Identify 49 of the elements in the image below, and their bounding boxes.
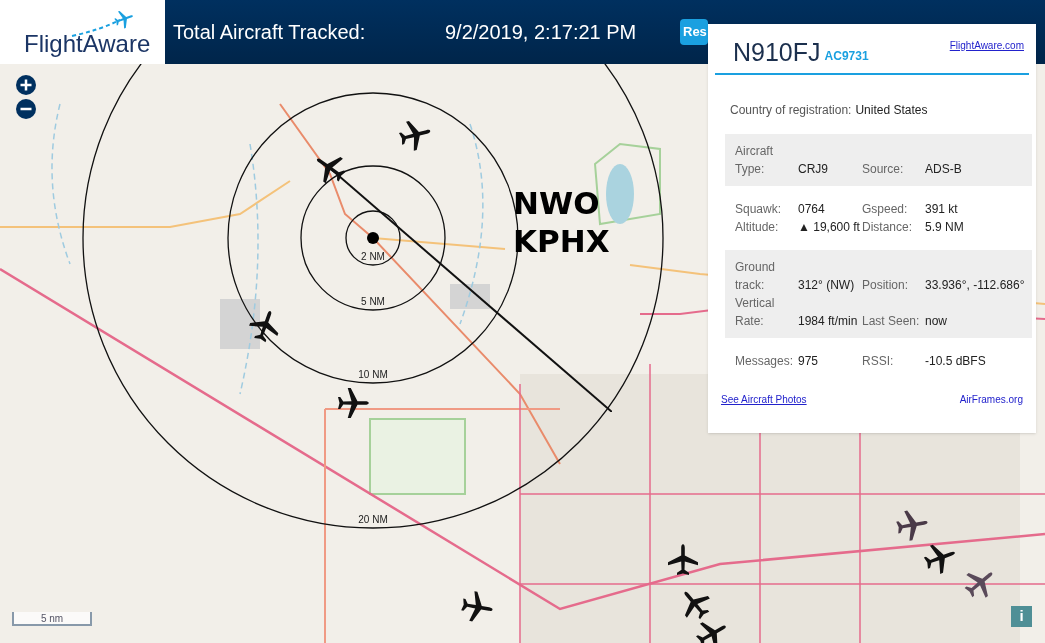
flightaware-link[interactable]: FlightAware.com bbox=[949, 38, 1024, 53]
field-label: Last Seen: bbox=[862, 313, 921, 330]
field-label: Position: bbox=[862, 277, 910, 294]
field-label: RSSI: bbox=[862, 353, 895, 370]
airplane-icon[interactable] bbox=[335, 385, 371, 421]
field-value: 975 bbox=[798, 353, 820, 370]
range-ring-label: 5 NM bbox=[361, 295, 385, 309]
field-value: 312° (NW) bbox=[798, 277, 856, 294]
urban-area bbox=[450, 284, 490, 309]
field-label: Messages: bbox=[735, 353, 795, 370]
registration: N910FJ bbox=[733, 40, 821, 65]
range-ring-label: 10 NM bbox=[358, 368, 388, 382]
field-value: CRJ9 bbox=[798, 161, 829, 178]
field-label: Altitude: bbox=[735, 219, 780, 236]
urban-area bbox=[220, 299, 260, 349]
aircraft-photos-link[interactable]: See Aircraft Photos bbox=[721, 392, 807, 407]
field-value: 391 kt bbox=[925, 201, 959, 218]
zoom-in-icon[interactable] bbox=[16, 75, 36, 95]
range-ring-label: 20 NM bbox=[358, 513, 388, 527]
field-value: ADS-B bbox=[925, 161, 963, 178]
receiver-dot-icon bbox=[367, 232, 379, 244]
field-value: 0764 bbox=[798, 201, 826, 218]
field-label: Distance: bbox=[862, 219, 914, 236]
logo-text: FlightAware bbox=[24, 32, 151, 56]
country-value: United States bbox=[855, 102, 928, 119]
field-label: Aircraft Type: bbox=[735, 143, 774, 178]
country-label: Country of registration: bbox=[730, 102, 852, 119]
airframes-link[interactable]: AirFrames.org bbox=[959, 392, 1023, 407]
airplane-icon[interactable] bbox=[665, 542, 701, 578]
field-value: 5.9 NM bbox=[925, 219, 965, 236]
field-value: now bbox=[925, 313, 948, 330]
field-value: 1984 ft/min bbox=[798, 313, 859, 330]
hex-code: AC9731 bbox=[824, 48, 869, 65]
zoom-out-icon[interactable] bbox=[16, 99, 36, 119]
field-value: ▲ 19,600 ft bbox=[798, 219, 861, 236]
site-label: NWO bbox=[513, 184, 601, 222]
field-label: Ground track: bbox=[735, 259, 777, 294]
field-value: 33.936°, -112.686° bbox=[925, 277, 1026, 294]
timestamp: 9/2/2019, 2:17:21 PM bbox=[445, 20, 638, 45]
scale-label: 5 nm bbox=[40, 611, 64, 626]
field-label: Vertical Rate: bbox=[735, 295, 776, 330]
header-title: Total Aircraft Tracked: bbox=[173, 20, 367, 45]
field-label: Source: bbox=[862, 161, 905, 178]
range-ring-label: 2 NM bbox=[361, 250, 385, 264]
info-button[interactable]: i bbox=[1011, 606, 1032, 627]
field-label: Gspeed: bbox=[862, 201, 909, 218]
field-label: Squawk: bbox=[735, 201, 783, 218]
lake bbox=[606, 164, 634, 224]
field-value: -10.5 dBFS bbox=[925, 353, 987, 370]
